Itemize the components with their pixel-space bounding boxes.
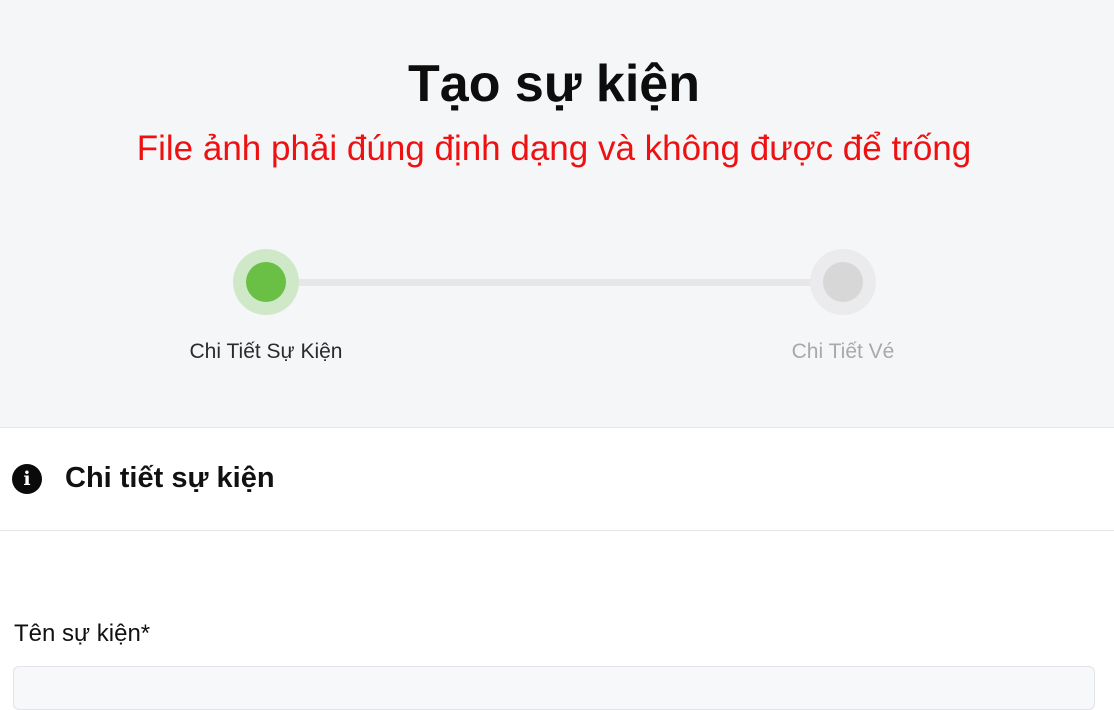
step-label-event-details: Chi Tiết Sự Kiện [189, 340, 343, 363]
stepper-track [266, 279, 843, 286]
section-title: Chi tiết sự kiện [65, 462, 275, 494]
event-name-label: Tên sự kiện* [14, 620, 151, 647]
event-details-section-header: i Chi tiết sự kiện [0, 428, 1114, 531]
step-label-ticket-details: Chi Tiết Vé [791, 340, 895, 363]
step-dot-inactive [823, 262, 863, 302]
info-circle-icon: i [12, 464, 42, 494]
page-title: Tạo sự kiện [408, 55, 700, 113]
step-indicator-ticket-details [810, 249, 876, 315]
step-indicator-event-details [233, 249, 299, 315]
create-event-header: Tạo sự kiện File ảnh phải đúng định dạng… [0, 0, 1114, 428]
step-dot-active [246, 262, 286, 302]
event-name-input[interactable] [13, 666, 1095, 710]
image-error-message: File ảnh phải đúng định dạng và không đư… [136, 129, 972, 168]
